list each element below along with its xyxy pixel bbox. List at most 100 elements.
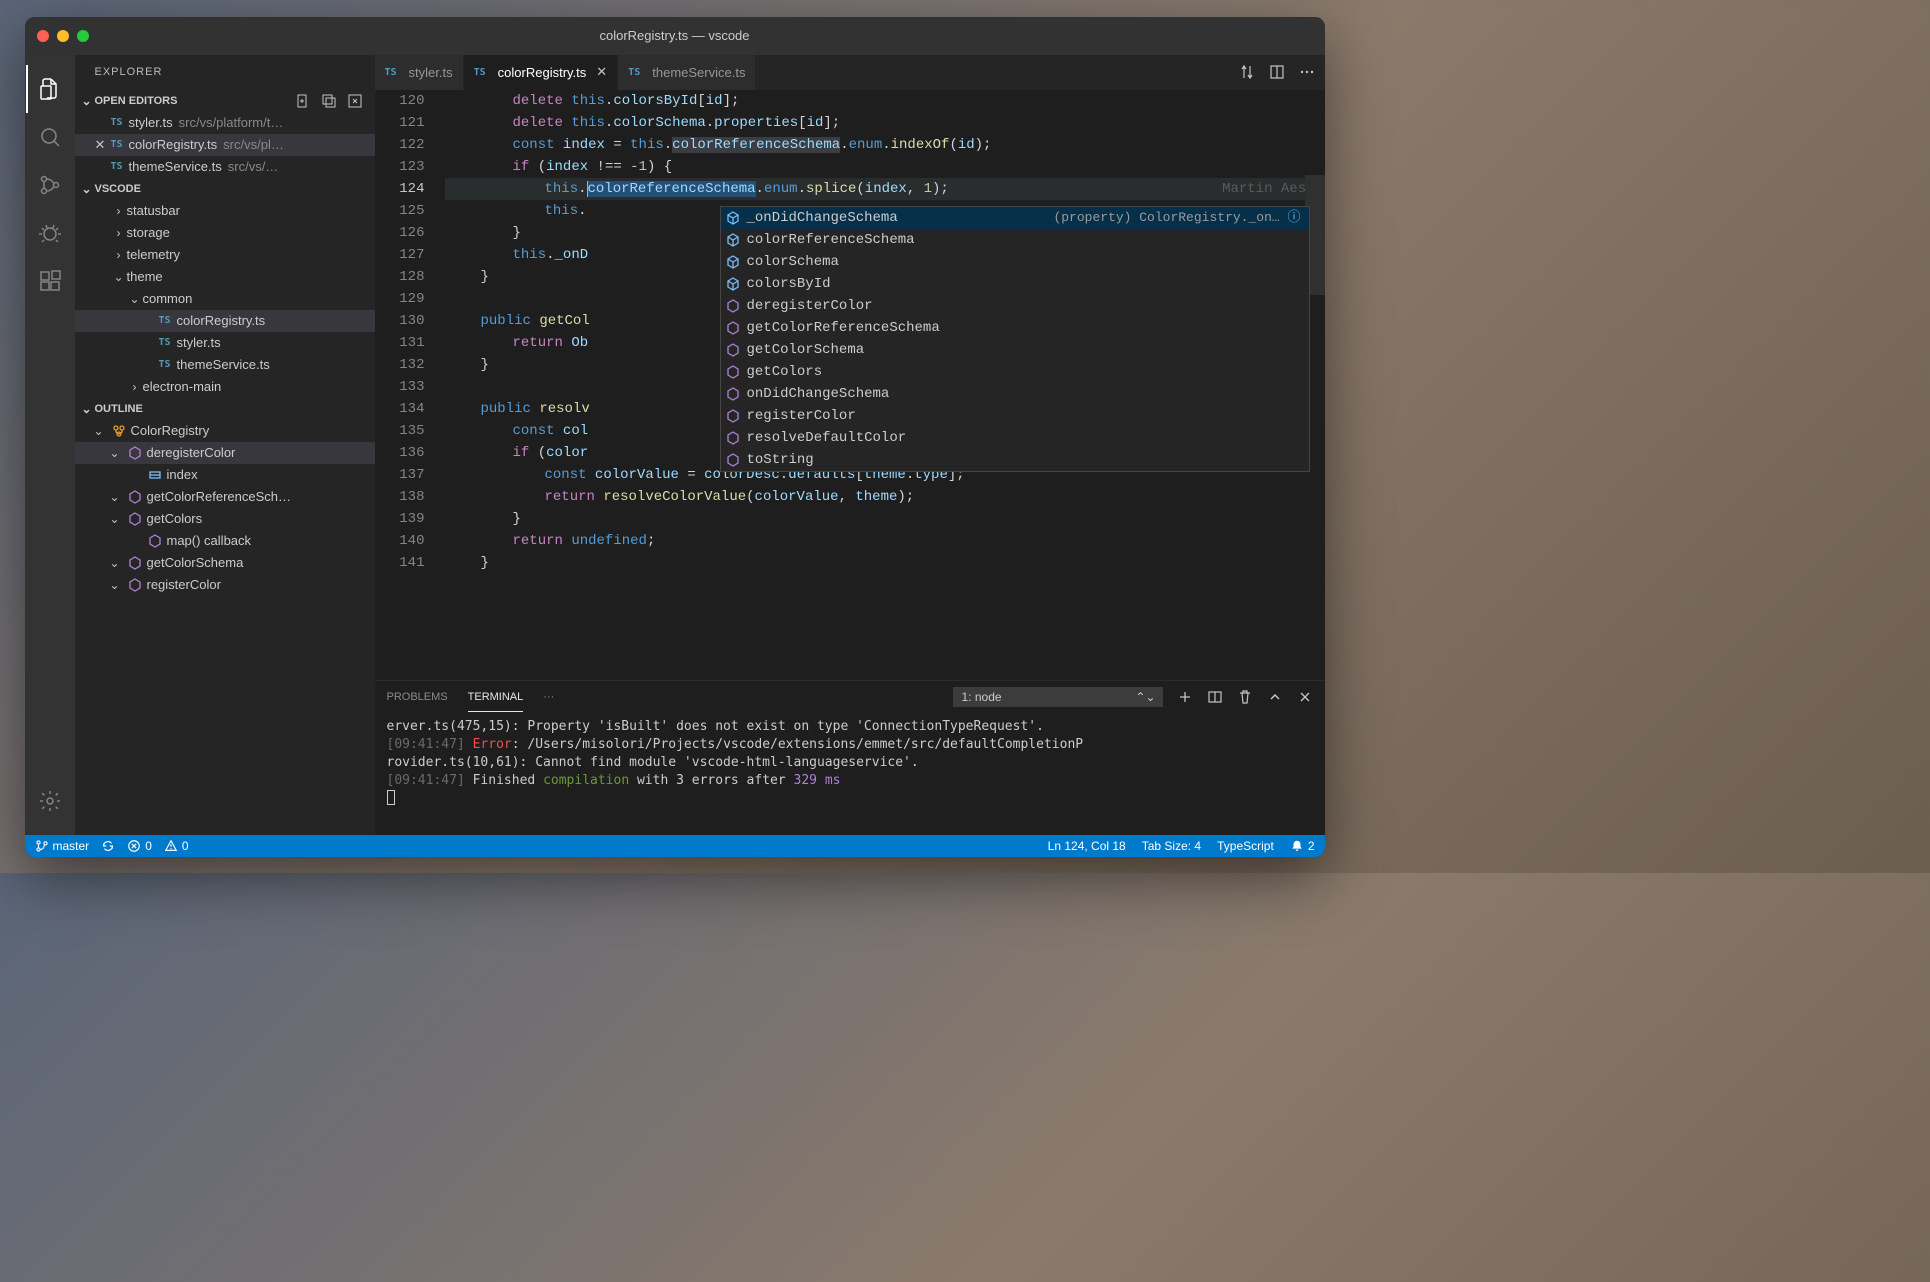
close-tab-icon[interactable]: ✕ xyxy=(596,64,607,80)
suggest-item[interactable]: registerColor xyxy=(721,405,1309,427)
suggest-widget[interactable]: _onDidChangeSchema(property) ColorRegist… xyxy=(720,206,1310,472)
extensions-icon[interactable] xyxy=(26,257,74,305)
outline-header[interactable]: ⌄ OUTLINE xyxy=(75,398,375,420)
more-panel-icon[interactable]: ··· xyxy=(543,691,554,703)
close-icon[interactable]: ✕ xyxy=(95,137,111,153)
method-icon xyxy=(725,408,741,424)
tree-item[interactable]: ›telemetry xyxy=(75,244,375,266)
typescript-icon: TS xyxy=(159,337,171,348)
language-mode[interactable]: TypeScript xyxy=(1217,839,1274,853)
warnings-count[interactable]: 0 xyxy=(164,839,189,853)
tree-item[interactable]: TSstyler.ts xyxy=(75,332,375,354)
line-number: 135 xyxy=(375,420,425,442)
tree-item[interactable]: ⌄common xyxy=(75,288,375,310)
maximize-window-button[interactable] xyxy=(77,30,89,42)
settings-gear-icon[interactable] xyxy=(26,777,74,825)
editor-tab[interactable]: TSstyler.ts xyxy=(375,55,464,90)
open-editor-item[interactable]: ✕TSthemeService.tssrc/vs/… xyxy=(75,156,375,178)
suggest-item[interactable]: resolveDefaultColor xyxy=(721,427,1309,449)
suggest-item[interactable]: getColors xyxy=(721,361,1309,383)
editor-body[interactable]: 1201211221231241251261271281291301311321… xyxy=(375,90,1325,680)
split-terminal-icon[interactable] xyxy=(1207,689,1223,705)
workspace-header[interactable]: ⌄ VSCODE xyxy=(75,178,375,200)
gutter: 1201211221231241251261271281291301311321… xyxy=(375,90,445,680)
line-number: 126 xyxy=(375,222,425,244)
problems-tab[interactable]: PROBLEMS xyxy=(387,683,448,711)
tab-size[interactable]: Tab Size: 4 xyxy=(1142,839,1201,853)
titlebar[interactable]: colorRegistry.ts — vscode xyxy=(25,17,1325,55)
suggest-item[interactable]: deregisterColor xyxy=(721,295,1309,317)
suggest-item[interactable]: colorReferenceSchema xyxy=(721,229,1309,251)
git-branch[interactable]: master xyxy=(35,839,90,853)
close-panel-icon[interactable] xyxy=(1297,689,1313,705)
outline-item[interactable]: ⌄getColorReferenceSch… xyxy=(75,486,375,508)
editor-tab[interactable]: TSthemeService.ts xyxy=(618,55,756,90)
suggest-item[interactable]: colorsById xyxy=(721,273,1309,295)
open-editors-header[interactable]: ⌄ OPEN EDITORS xyxy=(75,90,375,112)
code-area[interactable]: delete this.colorsById[id]; delete this.… xyxy=(445,90,1325,680)
tree-item[interactable]: ›statusbar xyxy=(75,200,375,222)
file-name: colorRegistry.ts xyxy=(129,137,218,152)
chevron-down-icon: ⌄ xyxy=(79,182,95,196)
debug-icon[interactable] xyxy=(26,209,74,257)
suggest-label: getColorReferenceSchema xyxy=(747,317,940,339)
outline-item[interactable]: ⌄ColorRegistry xyxy=(75,420,375,442)
suggest-label: toString xyxy=(747,449,814,471)
close-all-icon[interactable] xyxy=(347,93,363,109)
sync-icon[interactable] xyxy=(101,839,115,853)
field-icon xyxy=(725,210,741,226)
suggest-item[interactable]: onDidChangeSchema xyxy=(721,383,1309,405)
outline-item[interactable]: ⌄getColorSchema xyxy=(75,552,375,574)
editor-group: TSstyler.tsTScolorRegistry.ts✕TSthemeSer… xyxy=(375,55,1325,835)
open-editor-item[interactable]: ✕TSstyler.tssrc/vs/platform/t… xyxy=(75,112,375,134)
cursor-position[interactable]: Ln 124, Col 18 xyxy=(1048,839,1126,853)
tree-item[interactable]: TScolorRegistry.ts xyxy=(75,310,375,332)
search-icon[interactable] xyxy=(26,113,74,161)
outline-item[interactable]: index xyxy=(75,464,375,486)
tree-item[interactable]: TSthemeService.ts xyxy=(75,354,375,376)
info-icon[interactable]: ⓘ xyxy=(1287,210,1300,225)
trash-icon[interactable] xyxy=(1237,689,1253,705)
suggest-item[interactable]: getColorSchema xyxy=(721,339,1309,361)
source-control-icon[interactable] xyxy=(26,161,74,209)
method-icon xyxy=(127,555,143,571)
sidebar-title: EXPLORER xyxy=(75,55,375,90)
terminal-body[interactable]: erver.ts(475,15): Property 'isBuilt' doe… xyxy=(375,714,1325,835)
close-window-button[interactable] xyxy=(37,30,49,42)
method-icon xyxy=(127,577,143,593)
file-path: src/vs/… xyxy=(228,159,279,174)
field-icon xyxy=(147,467,163,483)
outline-item[interactable]: ⌄getColors xyxy=(75,508,375,530)
terminal-selector[interactable]: 1: node⌃⌄ xyxy=(953,687,1163,707)
tree-item[interactable]: ›storage xyxy=(75,222,375,244)
save-all-icon[interactable] xyxy=(321,93,337,109)
suggest-item[interactable]: colorSchema xyxy=(721,251,1309,273)
notifications[interactable]: 2 xyxy=(1290,839,1315,853)
new-terminal-icon[interactable] xyxy=(1177,689,1193,705)
explorer-icon[interactable] xyxy=(26,65,74,113)
outline-item[interactable]: ⌄registerColor xyxy=(75,574,375,596)
suggest-detail: (property) ColorRegistry._on… ⓘ xyxy=(1053,207,1304,229)
new-file-icon[interactable] xyxy=(295,93,311,109)
outline-item[interactable]: ⌄deregisterColor xyxy=(75,442,375,464)
line-number: 141 xyxy=(375,552,425,574)
open-editor-item[interactable]: ✕TScolorRegistry.tssrc/vs/pl… xyxy=(75,134,375,156)
minimize-window-button[interactable] xyxy=(57,30,69,42)
compare-changes-icon[interactable] xyxy=(1239,64,1255,80)
tree-item[interactable]: ⌄theme xyxy=(75,266,375,288)
errors-count[interactable]: 0 xyxy=(127,839,152,853)
editor-tab[interactable]: TScolorRegistry.ts✕ xyxy=(464,55,619,90)
more-actions-icon[interactable] xyxy=(1299,64,1315,80)
terminal-tab[interactable]: TERMINAL xyxy=(468,683,524,712)
suggest-item[interactable]: toString xyxy=(721,449,1309,471)
tree-label: theme xyxy=(127,269,163,284)
tree-item[interactable]: ›electron-main xyxy=(75,376,375,398)
maximize-panel-icon[interactable] xyxy=(1267,689,1283,705)
suggest-item[interactable]: getColorReferenceSchema xyxy=(721,317,1309,339)
outline-label: ColorRegistry xyxy=(131,423,210,438)
outline-item[interactable]: map() callback xyxy=(75,530,375,552)
suggest-item[interactable]: _onDidChangeSchema(property) ColorRegist… xyxy=(721,207,1309,229)
split-editor-icon[interactable] xyxy=(1269,64,1285,80)
line-number: 138 xyxy=(375,486,425,508)
chevron-icon: ⌄ xyxy=(111,270,127,284)
